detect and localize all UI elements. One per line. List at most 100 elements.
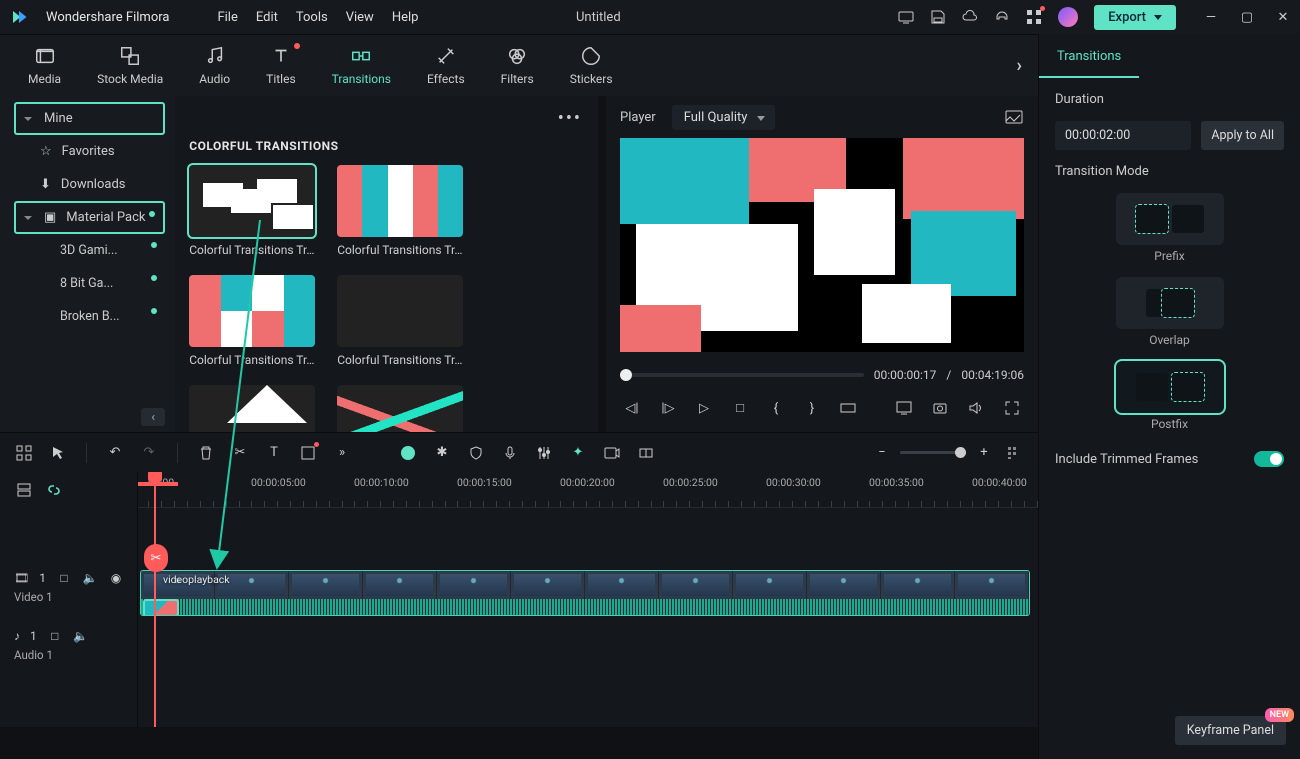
mute-icon[interactable]: 🔈	[82, 570, 98, 586]
fullscreen-icon[interactable]	[1004, 400, 1020, 416]
tracks-overview-icon[interactable]	[16, 482, 32, 498]
sidebar-sub-broken[interactable]: Broken B...	[14, 300, 165, 333]
crop-icon[interactable]	[300, 445, 316, 461]
layout-icon[interactable]	[16, 445, 32, 461]
sidebar-material-pack[interactable]: ▣Material Pack	[14, 201, 165, 234]
audio-lane[interactable]	[138, 622, 1038, 680]
lock-icon[interactable]: □	[56, 570, 72, 586]
sidebar-sub-8bit-gaming[interactable]: 8 Bit Ga...	[14, 267, 165, 300]
transition-card[interactable]	[337, 385, 463, 432]
browser-more-icon[interactable]: •••	[558, 108, 582, 129]
apply-to-all-button[interactable]: Apply to All	[1201, 121, 1284, 150]
timeline-tracks[interactable]: 00:0000:00:05:0000:00:10:0000:00:15:0000…	[138, 472, 1038, 727]
marker-icon[interactable]: ✦	[570, 445, 586, 461]
stop-icon[interactable]: □	[732, 400, 748, 416]
play-icon[interactable]: ▷	[696, 400, 712, 416]
apps-icon[interactable]	[1026, 9, 1042, 25]
tab-stickers[interactable]: Stickers	[570, 45, 613, 86]
export-button[interactable]: Export	[1094, 5, 1176, 30]
scrub-bar[interactable]	[620, 373, 864, 377]
zoom-slider[interactable]	[900, 451, 966, 454]
camera-icon[interactable]	[932, 400, 948, 416]
mixer-icon[interactable]	[536, 445, 552, 461]
video-clip[interactable]: ▶ videoplayback	[140, 570, 1030, 616]
time-ruler[interactable]: 00:0000:00:05:0000:00:10:0000:00:15:0000…	[138, 472, 1038, 508]
mic-icon[interactable]	[502, 445, 518, 461]
zoom-knob[interactable]	[955, 447, 966, 458]
snapshot-icon[interactable]	[1004, 107, 1024, 127]
window-maximize-icon[interactable]: ▢	[1240, 10, 1254, 24]
quality-dropdown[interactable]: Full Quality	[672, 105, 776, 130]
transition-card[interactable]: Colorful Transitions Tr...	[189, 165, 315, 257]
video-lane[interactable]: ▶ videoplayback	[138, 564, 1038, 622]
keyframe-icon[interactable]	[638, 445, 654, 461]
user-avatar[interactable]	[1058, 7, 1078, 27]
more-tools-icon[interactable]: »	[334, 445, 350, 461]
cloud-icon[interactable]	[962, 9, 978, 25]
mark-out-icon[interactable]: }	[804, 400, 820, 416]
save-icon[interactable]	[930, 9, 946, 25]
support-icon[interactable]	[994, 9, 1010, 25]
tab-media[interactable]: Media	[28, 45, 61, 86]
cut-handle-icon[interactable]: ✂	[144, 544, 168, 572]
tab-effects[interactable]: Effects	[427, 45, 465, 86]
ribbon-more-icon[interactable]: ›	[1017, 55, 1022, 76]
tab-filters[interactable]: Filters	[501, 45, 534, 86]
mode-overlap[interactable]	[1116, 277, 1224, 329]
device-icon[interactable]	[898, 9, 914, 25]
mode-prefix[interactable]	[1116, 193, 1224, 245]
duration-input[interactable]: 00:00:02:00	[1055, 121, 1191, 150]
track-height-icon[interactable]	[1006, 445, 1022, 461]
delete-icon[interactable]	[198, 445, 214, 461]
redo-icon[interactable]: ↷	[141, 445, 157, 461]
keyframe-panel-button[interactable]: Keyframe Panel NEW	[1175, 716, 1286, 745]
transition-card[interactable]: Colorful Transitions Tr...	[337, 165, 463, 257]
color-icon[interactable]: ✱	[434, 445, 450, 461]
ai-icon[interactable]	[400, 445, 416, 461]
applied-transition[interactable]	[143, 599, 179, 616]
props-tab-transitions[interactable]: Transitions	[1039, 37, 1139, 78]
video-track-header[interactable]: 🎞1□🔈◉ Video 1	[0, 564, 137, 622]
playhead[interactable]	[154, 472, 156, 727]
mark-in-icon[interactable]: {	[768, 400, 784, 416]
sidebar-favorites[interactable]: ☆Favorites	[14, 135, 165, 168]
split-icon[interactable]: ✂	[232, 445, 248, 461]
window-minimize-icon[interactable]: —	[1204, 10, 1218, 24]
zoom-out-icon[interactable]: −	[874, 445, 890, 461]
lock-icon[interactable]: □	[47, 628, 63, 644]
pointer-icon[interactable]	[50, 445, 66, 461]
scrub-knob[interactable]	[620, 369, 632, 381]
link-icon[interactable]	[46, 482, 62, 498]
text-icon[interactable]: T	[266, 445, 282, 461]
undo-icon[interactable]: ↶	[107, 445, 123, 461]
tab-audio[interactable]: Audio	[199, 45, 230, 86]
zoom-in-icon[interactable]: +	[976, 445, 992, 461]
transition-card[interactable]: Colorful Transitions Tr...	[337, 275, 463, 367]
menu-edit[interactable]: Edit	[256, 10, 278, 25]
next-frame-icon[interactable]: |▷	[660, 400, 676, 416]
mute-icon[interactable]: 🔈	[73, 628, 89, 644]
tab-titles[interactable]: Titles	[266, 45, 295, 86]
preview-canvas[interactable]	[620, 138, 1024, 352]
shield-icon[interactable]	[468, 445, 484, 461]
trim-toggle[interactable]	[1254, 451, 1284, 467]
menu-file[interactable]: File	[217, 10, 237, 25]
volume-icon[interactable]	[968, 400, 984, 416]
window-close-icon[interactable]: ✕	[1276, 10, 1290, 24]
record-icon[interactable]	[604, 445, 620, 461]
aspect-icon[interactable]	[840, 400, 856, 416]
prev-frame-icon[interactable]: ◁|	[624, 400, 640, 416]
display-icon[interactable]	[896, 400, 912, 416]
visibility-icon[interactable]: ◉	[108, 570, 124, 586]
audio-track-header[interactable]: ♪1□🔈 Audio 1	[0, 622, 137, 680]
sidebar-sub-3d-gaming[interactable]: 3D Gami...	[14, 234, 165, 267]
transition-card[interactable]: Colorful Transitions Tr...	[189, 275, 315, 367]
sidebar-collapse-button[interactable]: ‹	[141, 408, 165, 426]
transition-card[interactable]	[189, 385, 315, 432]
sidebar-mine[interactable]: Mine	[14, 102, 165, 135]
title-bar: Wondershare Filmora File Edit Tools View…	[0, 0, 1300, 34]
tab-transitions[interactable]: Transitions	[332, 45, 391, 86]
sidebar-downloads[interactable]: ⬇Downloads	[14, 168, 165, 201]
tab-stock-media[interactable]: Stock Media	[97, 45, 163, 86]
mode-postfix[interactable]	[1116, 361, 1224, 413]
